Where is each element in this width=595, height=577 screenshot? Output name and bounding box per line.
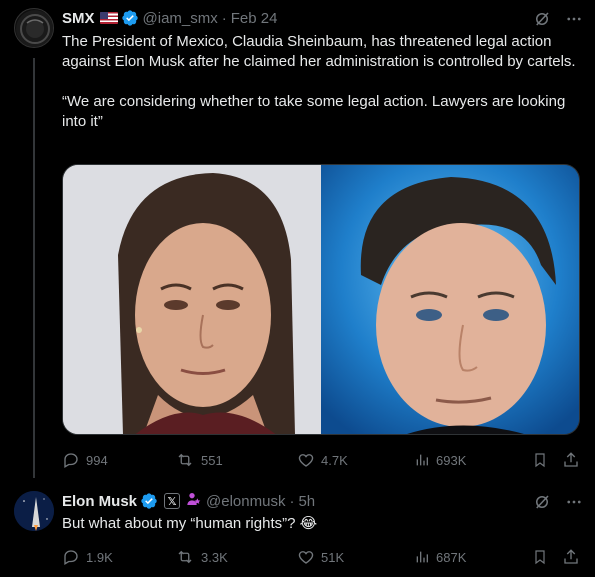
photo-sheinbaum[interactable] [63,165,321,434]
tweet-top-actions [533,10,583,28]
bookmark-icon [535,550,545,565]
like-count: 51K [321,549,345,565]
views-count: 693K [436,452,467,468]
thread-line [33,58,35,478]
tweet-top-actions [533,493,583,511]
like-count: 4.7K [321,452,348,468]
grok-icon[interactable] [533,10,551,28]
views-button[interactable]: 693K [414,452,466,468]
reply-count: 1.9K [86,549,113,565]
reply-icon [64,550,78,565]
grok-icon[interactable] [533,493,551,511]
like-button[interactable]: 4.7K [297,451,348,469]
tweet-header: SMX @iam_smx · Feb 24 [62,8,277,28]
x-affiliate-badge[interactable]: 𝕏 [164,493,181,509]
tweet-time[interactable]: 5h [298,493,315,510]
tweet-date[interactable]: Feb 24 [231,10,278,27]
tweet-text-paragraph: But what about my “human rights”? 😂 [62,515,318,532]
avatar-smx-image [16,10,53,47]
bookmark-button[interactable] [532,548,548,566]
views-icon [416,454,428,466]
repost-count: 551 [201,452,223,468]
reply-icon [64,453,78,468]
repost-count: 3.3K [201,549,228,565]
share-icon [564,549,578,564]
more-icon[interactable] [565,10,583,28]
repost-button[interactable]: 3.3K [175,548,228,566]
separator-dot: · [221,9,227,27]
avatar-elon[interactable] [14,491,54,531]
reply-count: 994 [86,452,108,468]
share-button[interactable] [562,548,580,566]
author-name[interactable]: SMX [62,10,95,27]
avatar-smx[interactable] [14,8,54,48]
tweet-header: Elon Musk 𝕏 @elonmusk · 5h [62,491,315,511]
views-button[interactable]: 687K [414,549,466,565]
reply-button[interactable]: 994 [62,451,108,469]
like-icon [298,551,314,564]
tweet-text-paragraph-1: The President of Mexico, Claudia Sheinba… [62,33,576,70]
views-icon [416,551,428,563]
flag-us-icon [99,12,118,24]
tweet-actions: 994 551 4.7K 693K [62,450,582,470]
tweet-media[interactable] [62,164,580,435]
bookmark-icon [535,453,545,468]
verified-icon[interactable] [140,492,158,510]
tweet-text-paragraph-2: “We are considering whether to take some… [62,93,570,130]
affiliate-person-icon[interactable] [186,491,202,511]
avatar-elon-image [14,491,54,531]
verified-icon[interactable] [121,9,139,27]
photo-musk-image [321,165,579,434]
like-icon [298,454,314,467]
bookmark-button[interactable] [532,451,548,469]
tweet-smx[interactable]: SMX @iam_smx · Feb 24 The President of M… [0,0,595,480]
separator-dot: · [289,492,295,510]
author-handle[interactable]: @iam_smx [143,10,218,27]
repost-button[interactable]: 551 [175,451,223,469]
author-handle[interactable]: @elonmusk [206,493,285,510]
photo-musk[interactable] [321,165,579,434]
author-name[interactable]: Elon Musk [62,493,137,510]
repost-icon [178,550,192,564]
tweet-text: The President of Mexico, Claudia Sheinba… [62,32,582,132]
tweet-actions: 1.9K 3.3K 51K 687K [62,547,582,567]
like-button[interactable]: 51K [297,548,344,566]
photo-sheinbaum-image [63,165,321,434]
views-count: 687K [436,549,467,565]
share-button[interactable] [562,451,580,469]
more-icon[interactable] [565,493,583,511]
tweet-elon[interactable]: Elon Musk 𝕏 @elonmusk · 5h But what abou… [0,480,595,577]
reply-button[interactable]: 1.9K [62,548,113,566]
tweet-text: But what about my “human rights”? 😂 [62,514,582,534]
share-icon [564,452,578,467]
repost-icon [178,453,192,467]
